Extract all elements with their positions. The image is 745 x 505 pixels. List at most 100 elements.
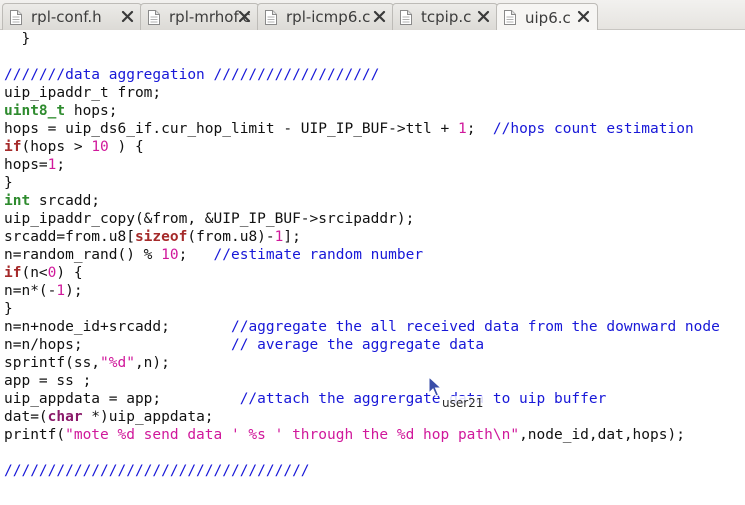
code-token: 1 (457, 121, 467, 137)
code-line[interactable]: } (4, 300, 720, 318)
code-line[interactable]: sprintf(ss,"%d",n); (4, 354, 720, 372)
close-icon[interactable] (577, 10, 590, 23)
code-line[interactable]: hops = uip_ds6_if.cur_hop_limit - UIP_IP… (4, 120, 720, 138)
file-icon (10, 9, 22, 25)
code-text[interactable]: } ///////data aggregation ///////////////… (4, 30, 720, 480)
tab-label: rpl-icmp6.c (286, 8, 371, 26)
code-line[interactable]: } (4, 174, 720, 192)
code-line[interactable]: n=random_rand() % 10; //estimate random … (4, 246, 720, 264)
code-token: (n< (21, 265, 48, 281)
code-token: // average the aggregate data (230, 337, 485, 353)
close-icon[interactable] (373, 10, 386, 23)
code-line[interactable]: printf("mote %d send data ' %s ' through… (4, 426, 720, 444)
code-token: srcadd; (30, 193, 101, 209)
code-token: ,n); (134, 355, 170, 371)
code-token: } (4, 31, 31, 47)
code-line[interactable]: uip_appdata = app; //attach the aggrerga… (4, 390, 720, 408)
code-editor[interactable]: } ///////data aggregation ///////////////… (0, 30, 745, 505)
code-token: } (4, 175, 13, 191)
code-token: sizeof (134, 229, 188, 245)
code-token: sprintf(ss, (4, 355, 101, 371)
code-line[interactable]: int srcadd; (4, 192, 720, 210)
code-token: uip_ipaddr_t from; (4, 85, 162, 101)
code-line[interactable]: uip_ipaddr_copy(&from, &UIP_IP_BUF->srci… (4, 210, 720, 228)
code-token: ; (178, 247, 214, 263)
code-line[interactable]: n=n*(-1); (4, 282, 720, 300)
code-token: int (4, 193, 31, 209)
code-token: //aggregate the all received data from t… (230, 319, 720, 335)
code-token: if (4, 139, 22, 155)
code-token: hops= (4, 157, 48, 173)
code-line[interactable]: uint8_t hops; (4, 102, 720, 120)
code-line[interactable]: if(n<0) { (4, 264, 720, 282)
code-line[interactable]: uip_ipaddr_t from; (4, 84, 720, 102)
code-line[interactable]: srcadd=from.u8[sizeof(from.u8)-1]; (4, 228, 720, 246)
tab-label: tcpip.c (421, 8, 472, 26)
code-line[interactable]: app = ss ; (4, 372, 720, 390)
code-line[interactable]: if(hops > 10 ) { (4, 138, 720, 156)
code-token: ,node_id,dat,hops); (519, 427, 685, 443)
code-token: hops = uip_ds6_if.cur_hop_limit - UIP_IP… (4, 121, 458, 137)
code-token: dat=( (4, 409, 48, 425)
code-token: *)uip_appdata; (82, 409, 214, 425)
tab-uip6-c[interactable]: uip6.c (496, 3, 598, 31)
code-token: (from.u8)- (187, 229, 275, 245)
close-icon[interactable] (238, 10, 251, 23)
cursor-user-label: user21 (441, 396, 485, 410)
code-token: "%d" (100, 355, 135, 371)
tab-bar: rpl-conf.h rpl-mrhof.c rpl-icmp6.c tcpip… (0, 0, 745, 31)
code-line[interactable]: ///////data aggregation ////////////////… (4, 66, 720, 84)
code-token: if (4, 265, 22, 281)
file-icon (400, 9, 412, 25)
code-token: hops; (65, 103, 118, 119)
code-token: ) { (108, 139, 144, 155)
code-line[interactable]: n=n+node_id+srcadd; //aggregate the all … (4, 318, 720, 336)
code-token: ; (56, 157, 66, 173)
code-token: "mote %d send data ' %s ' through the %d… (65, 427, 520, 443)
tab-rpl-conf-h[interactable]: rpl-conf.h (2, 3, 142, 30)
tab-label: rpl-conf.h (31, 8, 102, 26)
tab-tcpip-c[interactable]: tcpip.c (392, 3, 498, 30)
code-line[interactable]: n=n/hops; // average the aggregate data (4, 336, 720, 354)
code-token: 1 (56, 283, 66, 299)
code-token: n=n/hops; (4, 337, 231, 353)
code-token: ]; (283, 229, 301, 245)
code-token: app = ss ; (4, 373, 92, 389)
code-line[interactable] (4, 48, 720, 66)
code-token: ; (466, 121, 493, 137)
code-token: (hops > (21, 139, 92, 155)
code-token: /////////////////////////////////// (4, 463, 310, 479)
code-token: char (47, 409, 83, 425)
file-icon (148, 9, 160, 25)
code-token: //attach the aggrergate data to uip buff… (239, 391, 607, 407)
file-icon (504, 10, 516, 25)
code-token: n=random_rand() % (4, 247, 162, 263)
code-token: n=n+node_id+srcadd; (4, 319, 231, 335)
code-token: printf( (4, 427, 66, 443)
code-line[interactable]: } (4, 30, 720, 48)
tab-rpl-mrhof-c[interactable]: rpl-mrhof.c (140, 3, 259, 30)
code-line[interactable]: /////////////////////////////////// (4, 462, 720, 480)
close-icon[interactable] (121, 10, 134, 23)
code-token: ) { (56, 265, 83, 281)
file-icon (265, 9, 277, 25)
code-token: //hops count estimation (492, 121, 694, 137)
code-token: srcadd=from.u8[ (4, 229, 135, 245)
code-line[interactable]: hops=1; (4, 156, 720, 174)
code-token: uint8_t (4, 103, 66, 119)
code-line[interactable]: dat=(char *)uip_appdata; (4, 408, 720, 426)
code-token: ); (65, 283, 83, 299)
code-line[interactable] (4, 444, 720, 462)
code-token: //estimate random number (213, 247, 424, 263)
code-token: ///////data aggregation ////////////////… (4, 67, 380, 83)
code-token: uip_ipaddr_copy(&from, &UIP_IP_BUF->srci… (4, 211, 415, 227)
code-token: 10 (161, 247, 179, 263)
mouse-pointer-icon (428, 375, 443, 398)
code-token: uip_appdata = app; (4, 391, 240, 407)
code-token: } (4, 301, 13, 317)
code-token: n=n*(- (4, 283, 57, 299)
code-token: 10 (91, 139, 109, 155)
tab-label: uip6.c (525, 8, 571, 27)
close-icon[interactable] (477, 10, 490, 23)
tab-rpl-icmp6-c[interactable]: rpl-icmp6.c (257, 3, 394, 30)
